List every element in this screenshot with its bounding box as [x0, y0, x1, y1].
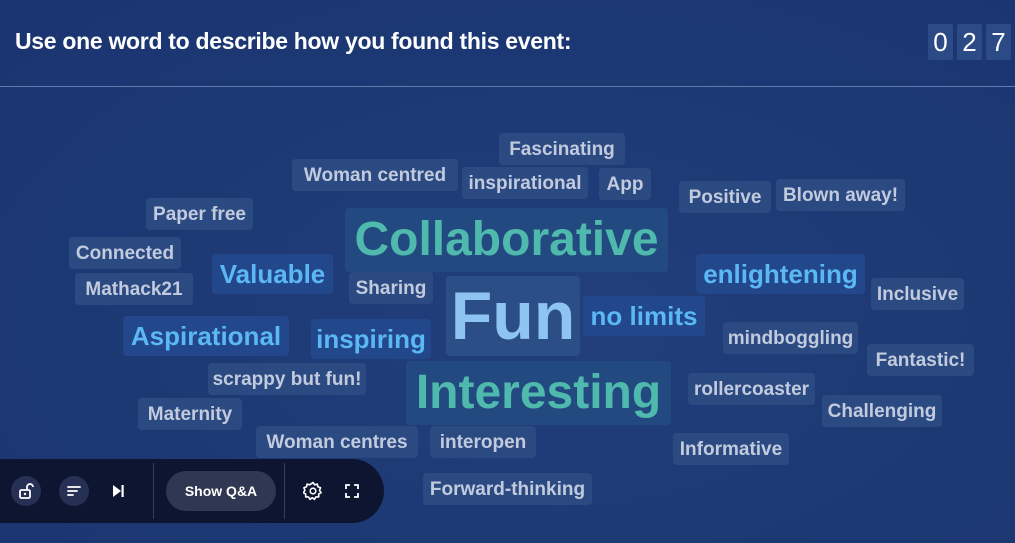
response-counter: 0 2 7 — [928, 24, 1011, 60]
word-cloud-item: App — [599, 168, 651, 200]
skip-next-icon[interactable] — [106, 479, 130, 503]
word-cloud-item: Challenging — [822, 395, 942, 427]
word-cloud-item: Forward-thinking — [423, 473, 592, 505]
question-title: Use one word to describe how you found t… — [15, 28, 572, 54]
word-cloud-item: Mathack21 — [75, 273, 193, 305]
word-cloud-item: rollercoaster — [688, 373, 815, 405]
word-cloud-item: Valuable — [212, 254, 333, 294]
word-cloud-item: inspiring — [311, 319, 431, 359]
word-cloud-item: Positive — [679, 181, 771, 213]
counter-digit: 2 — [957, 24, 982, 60]
word-cloud-item: Fascinating — [499, 133, 625, 165]
counter-digit: 0 — [928, 24, 953, 60]
toolbar-divider — [153, 463, 154, 519]
word-cloud-item: Blown away! — [776, 179, 905, 211]
sort-lines-icon[interactable] — [59, 476, 89, 506]
word-cloud-item: Fantastic! — [867, 344, 974, 376]
word-cloud-item: Collaborative — [345, 208, 668, 272]
word-cloud-item: Woman centres — [256, 426, 418, 458]
unlock-icon[interactable] — [11, 476, 41, 506]
counter-digit: 7 — [986, 24, 1011, 60]
word-cloud-item: enlightening — [696, 254, 865, 294]
word-cloud-item: Woman centred — [292, 159, 458, 191]
word-cloud-item: Paper free — [146, 198, 253, 230]
word-cloud-item: Interesting — [406, 361, 671, 425]
show-qa-button[interactable]: Show Q&A — [166, 471, 276, 511]
word-cloud-item: Maternity — [138, 398, 242, 430]
word-cloud-item: Inclusive — [871, 278, 964, 310]
word-cloud-item: Informative — [673, 433, 789, 465]
fullscreen-icon[interactable] — [340, 479, 364, 503]
word-cloud-item: no limits — [583, 296, 705, 336]
word-cloud-item: inspirational — [462, 167, 588, 199]
header: Use one word to describe how you found t… — [0, 0, 1015, 87]
word-cloud-item: interopen — [430, 426, 536, 458]
word-cloud-item: scrappy but fun! — [208, 363, 366, 395]
word-cloud-item: Fun — [446, 276, 580, 356]
word-cloud-item: mindboggling — [723, 322, 858, 354]
word-cloud-item: Sharing — [349, 272, 433, 304]
presenter-toolbar: Show Q&A — [0, 459, 384, 523]
gear-icon[interactable] — [301, 479, 325, 503]
word-cloud-item: Connected — [69, 237, 181, 269]
toolbar-divider — [284, 463, 285, 519]
word-cloud-item: Aspirational — [123, 316, 289, 356]
